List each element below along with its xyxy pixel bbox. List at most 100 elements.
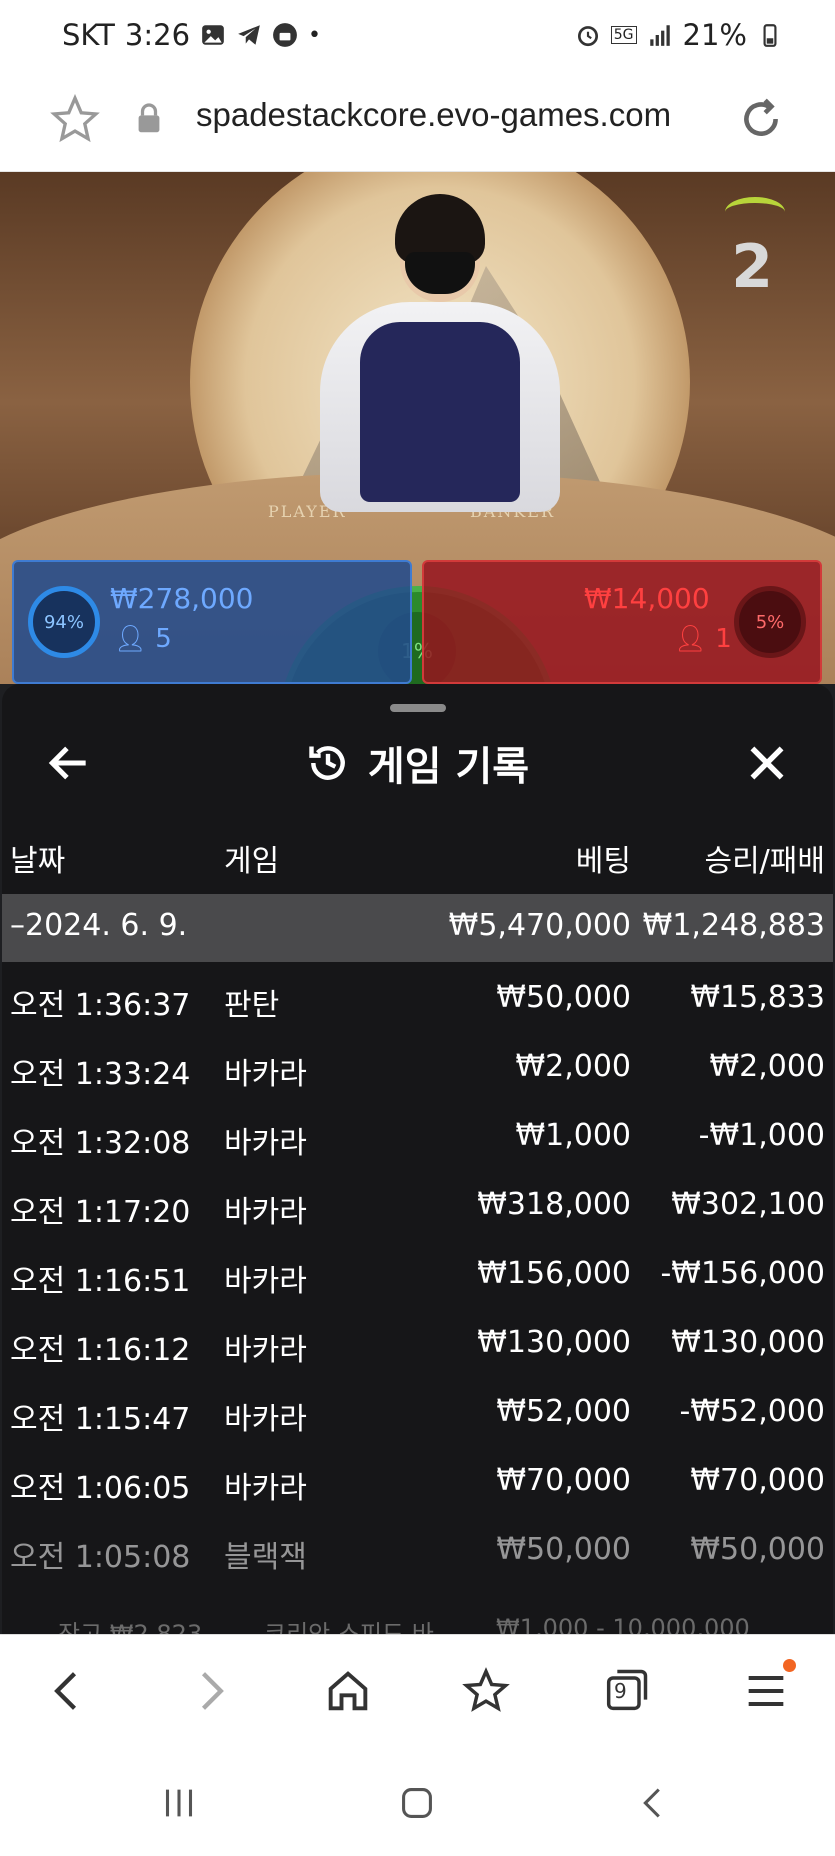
row-time: 오전 1:36:37 xyxy=(10,988,191,1023)
day-bet-total: ₩5,470,000 xyxy=(448,908,631,943)
home-button-icon[interactable] xyxy=(394,1780,440,1826)
day-winloss-total: ₩1,248,883 xyxy=(642,908,825,943)
row-game: 블랙잭 xyxy=(224,1540,307,1575)
sheet-title: 게임 기록 xyxy=(2,734,833,792)
game-history-sheet: 게임 기록 날짜 게임 베팅 승리/패배 –2024. 6. 9. ₩5,470… xyxy=(2,684,833,1634)
player-bettors: 👤︎ 5 xyxy=(114,624,172,654)
history-rows: 오전 1:36:37 판탄 ₩50,000 ₩15,833 오전 1:33:24… xyxy=(2,964,833,1585)
banker-bet-area[interactable]: ₩14,000 👤︎ 1 5% xyxy=(422,560,822,684)
row-game: 판탄 xyxy=(224,988,280,1023)
column-date: 날짜 xyxy=(10,844,66,879)
status-bar: SKT 3:26 • 5G 21% xyxy=(0,0,835,74)
dealer-vest xyxy=(360,322,520,502)
history-row[interactable]: 오전 1:06:05 바카라 ₩70,000 ₩70,000 xyxy=(2,1447,833,1516)
close-icon[interactable] xyxy=(742,738,792,788)
row-time: 오전 1:16:12 xyxy=(10,1333,191,1368)
history-row[interactable]: 오전 1:36:37 판탄 ₩50,000 ₩15,833 xyxy=(2,964,833,1033)
row-time: 오전 1:05:08 xyxy=(10,1540,191,1575)
person-icon: 👤︎ xyxy=(114,624,148,654)
row-bet: ₩318,000 xyxy=(477,1187,631,1222)
banker-amount: ₩14,000 xyxy=(584,582,710,615)
browser-toolbar: 9 xyxy=(0,1634,835,1744)
menu-button[interactable] xyxy=(740,1659,796,1717)
history-row[interactable]: 오전 1:17:20 바카라 ₩318,000 ₩302,100 xyxy=(2,1171,833,1240)
battery-icon xyxy=(763,24,777,47)
row-result: ₩2,000 xyxy=(709,1049,825,1084)
history-row[interactable]: 오전 1:16:12 바카라 ₩130,000 ₩130,000 xyxy=(2,1309,833,1378)
day-summary-row[interactable]: –2024. 6. 9. ₩5,470,000 ₩1,248,883 xyxy=(2,894,833,962)
column-winloss: 승리/패배 xyxy=(704,844,825,879)
row-game: 바카라 xyxy=(224,1471,307,1506)
row-bet: ₩70,000 xyxy=(496,1463,631,1498)
clock: 3:26 xyxy=(124,18,191,52)
system-back-icon[interactable] xyxy=(630,1780,676,1826)
person-icon: 👤︎ xyxy=(674,624,708,654)
system-nav-bar xyxy=(0,1744,835,1856)
notification-dot-icon: • xyxy=(308,22,321,48)
row-game: 바카라 xyxy=(224,1333,307,1368)
signal-icon xyxy=(649,25,670,46)
row-result: ₩70,000 xyxy=(690,1463,825,1498)
history-row[interactable]: 오전 1:16:51 바카라 ₩156,000 -₩156,000 xyxy=(2,1240,833,1309)
row-bet: ₩1,000 xyxy=(515,1118,631,1153)
row-bet: ₩2,000 xyxy=(515,1049,631,1084)
history-row[interactable]: 오전 1:15:47 바카라 ₩52,000 -₩52,000 xyxy=(2,1378,833,1447)
row-result: ₩15,833 xyxy=(690,980,825,1015)
day-date: –2024. 6. 9. xyxy=(10,908,188,943)
row-result: -₩156,000 xyxy=(660,1256,825,1291)
player-percent: 94% xyxy=(43,611,84,633)
row-bet: ₩50,000 xyxy=(496,1532,631,1567)
banker-count: 1 xyxy=(715,624,732,654)
player-percent-ring: 94% xyxy=(28,586,100,658)
banker-percent-ring: 5% xyxy=(734,586,806,658)
bookmark-star-icon[interactable] xyxy=(50,94,100,144)
carrier-label: SKT xyxy=(62,18,115,52)
recent-apps-icon[interactable] xyxy=(156,1780,202,1826)
history-icon xyxy=(309,746,345,780)
table-name: 코리안 스피드 바... xyxy=(264,1620,457,1634)
row-time: 오전 1:17:20 xyxy=(10,1195,191,1230)
lock-icon[interactable] xyxy=(136,102,162,134)
table-limits: ₩1,000 - 10,000,000 xyxy=(496,1614,750,1634)
history-row[interactable]: 오전 1:05:08 블랙잭 ₩50,000 ₩50,000 xyxy=(2,1516,833,1585)
reload-icon[interactable] xyxy=(736,94,786,144)
telegram-icon xyxy=(238,25,260,45)
player-bet-area[interactable]: 94% ₩278,000 👤︎ 5 xyxy=(12,560,412,684)
tabs-button[interactable]: 9 xyxy=(600,1665,652,1717)
player-count: 5 xyxy=(155,624,172,654)
sheet-title-text: 게임 기록 xyxy=(367,744,530,790)
browser-address-bar: spadestackcore.evo-games.com xyxy=(0,74,835,172)
row-game: 바카라 xyxy=(224,1126,307,1161)
alarm-icon xyxy=(577,26,598,47)
app-lock-icon xyxy=(273,23,297,47)
history-row[interactable]: 오전 1:32:08 바카라 ₩1,000 -₩1,000 xyxy=(2,1102,833,1171)
row-game: 바카라 xyxy=(224,1402,307,1437)
forward-icon[interactable] xyxy=(184,1665,236,1717)
row-bet: ₩130,000 xyxy=(477,1325,631,1360)
url-text[interactable]: spadestackcore.evo-games.com xyxy=(196,96,671,134)
history-row[interactable]: 오전 1:33:24 바카라 ₩2,000 ₩2,000 xyxy=(2,1033,833,1102)
row-time: 오전 1:32:08 xyxy=(10,1126,191,1161)
menu-icon xyxy=(748,1676,784,1706)
row-time: 오전 1:33:24 xyxy=(10,1057,191,1092)
bookmarks-icon[interactable] xyxy=(460,1665,512,1717)
home-icon[interactable] xyxy=(322,1665,374,1717)
sheet-drag-handle[interactable] xyxy=(390,704,446,712)
history-column-headers: 날짜 게임 베팅 승리/패배 xyxy=(2,814,833,894)
back-icon[interactable] xyxy=(42,1665,94,1717)
row-result: ₩302,100 xyxy=(671,1187,825,1222)
row-time: 오전 1:06:05 xyxy=(10,1471,191,1506)
balance-label: 잔고 ₩2,823 xyxy=(58,1620,203,1634)
column-game: 게임 xyxy=(224,844,280,879)
row-game: 바카라 xyxy=(224,1264,307,1299)
row-result: ₩130,000 xyxy=(671,1325,825,1360)
column-bet: 베팅 xyxy=(575,844,631,879)
player-amount: ₩278,000 xyxy=(110,582,254,615)
banker-bettors: 👤︎ 1 xyxy=(674,624,732,654)
row-result: -₩1,000 xyxy=(698,1118,825,1153)
network-type: 5G xyxy=(610,26,637,44)
row-bet: ₩52,000 xyxy=(496,1394,631,1429)
round-timer-arc xyxy=(725,197,785,227)
row-result: ₩50,000 xyxy=(690,1532,825,1567)
row-game: 바카라 xyxy=(224,1057,307,1092)
